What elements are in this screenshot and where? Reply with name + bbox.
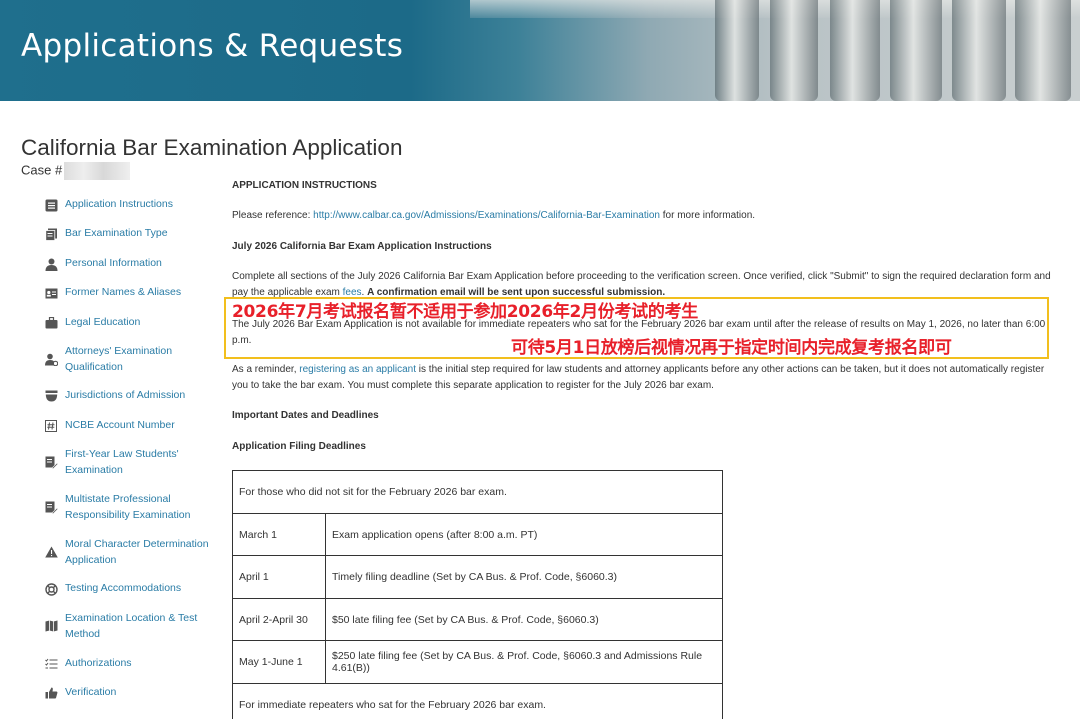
briefcase-icon xyxy=(44,316,58,330)
table-row: For immediate repeaters who sat for the … xyxy=(232,683,723,719)
reference-prefix: Please reference: xyxy=(232,210,314,221)
complete-paragraph: Complete all sections of the July 2026 C… xyxy=(232,269,1054,300)
page-title: California Bar Examination Application xyxy=(21,135,403,160)
banner-columns-image xyxy=(470,0,1080,101)
case-label: Case # xyxy=(21,162,63,178)
calbar-link[interactable]: http://www.calbar.ca.gov/Admissions/Exam… xyxy=(313,210,660,221)
sidebar-item-former-names[interactable]: Former Names & Aliases xyxy=(44,285,214,301)
sidebar-item-label: First-Year Law Students' Examination xyxy=(65,448,179,476)
sidebar-item-legal-education[interactable]: Legal Education xyxy=(44,315,214,331)
thumbs-up-icon xyxy=(44,686,58,700)
sidebar-item-jurisdictions[interactable]: Jurisdictions of Admission xyxy=(44,388,214,404)
reminder-prefix: As a reminder, xyxy=(232,364,300,375)
sidebar-item-label: Former Names & Aliases xyxy=(65,286,182,298)
desc-cell: Exam application opens (after 8:00 a.m. … xyxy=(325,513,723,556)
dates-heading: Important Dates and Deadlines xyxy=(232,410,379,421)
reference-suffix: for more information. xyxy=(660,210,756,221)
sidebar-item-moral-character[interactable]: Moral Character Determination Applicatio… xyxy=(44,537,214,568)
person-icon xyxy=(44,257,58,271)
date-cell: May 1-June 1 xyxy=(232,640,326,684)
sidebar-item-personal-information[interactable]: Personal Information xyxy=(44,256,214,272)
hash-icon xyxy=(44,419,58,433)
sidebar-item-label: Legal Education xyxy=(65,316,141,328)
table-row: April 2-April 30 $50 late filing fee (Se… xyxy=(232,598,723,641)
table-row: April 1 Timely filing deadline (Set by C… xyxy=(232,555,723,599)
sidebar-item-authorizations[interactable]: Authorizations xyxy=(44,656,214,672)
header-banner: Applications & Requests xyxy=(0,0,1080,101)
sidebar-item-first-year-law-students[interactable]: First-Year Law Students' Examination xyxy=(44,447,214,478)
table-row: May 1-June 1 $250 late filing fee (Set b… xyxy=(232,640,723,684)
july-heading: July 2026 California Bar Exam Applicatio… xyxy=(232,241,492,252)
sidebar-item-label: Personal Information xyxy=(65,257,162,269)
register-applicant-link[interactable]: registering as an applicant xyxy=(299,364,416,375)
group-header-cell: For immediate repeaters who sat for the … xyxy=(232,683,723,719)
sidebar-item-label: Authorizations xyxy=(65,657,132,669)
header-title: Applications & Requests xyxy=(21,28,404,64)
sidebar-item-label: Application Instructions xyxy=(65,198,173,210)
sidebar-item-label: NCBE Account Number xyxy=(65,419,175,431)
overlay-note-line-1: 2026年7月考试报名暂不适用于参加2026年2月份考试的考生 xyxy=(232,302,698,322)
fees-link[interactable]: fees xyxy=(343,287,362,298)
sidebar-item-mpre[interactable]: Multistate Professional Responsibility E… xyxy=(44,492,214,523)
case-number: Case # xyxy=(21,162,131,180)
map-icon xyxy=(44,619,58,633)
table-row: March 1 Exam application opens (after 8:… xyxy=(232,513,723,556)
group-header-cell: For those who did not sit for the Februa… xyxy=(232,470,723,514)
sidebar-item-attorneys-examination[interactable]: Attorneys' Examination Qualification xyxy=(44,344,214,375)
sidebar-item-application-instructions[interactable]: Application Instructions xyxy=(44,197,214,213)
sidebar-item-verification[interactable]: Verification xyxy=(44,685,214,701)
documents-icon xyxy=(44,227,58,241)
sidebar-item-label: Attorneys' Examination Qualification xyxy=(65,345,173,373)
date-cell: April 1 xyxy=(232,555,326,599)
reminder-paragraph: As a reminder, registering as an applica… xyxy=(232,362,1054,393)
sidebar-item-label: Jurisdictions of Admission xyxy=(65,389,186,401)
sidebar-item-label: Multistate Professional Responsibility E… xyxy=(65,493,191,521)
id-card-icon xyxy=(44,286,58,300)
sidebar-item-label: Bar Examination Type xyxy=(65,227,168,239)
table-row: For those who did not sit for the Februa… xyxy=(232,470,723,514)
desc-cell: Timely filing deadline (Set by CA Bus. &… xyxy=(325,555,723,599)
deadlines-table: For those who did not sit for the Februa… xyxy=(232,470,723,719)
sidebar-item-label: Testing Accommodations xyxy=(65,582,182,594)
checklist-icon xyxy=(44,657,58,671)
sidebar-item-examination-location[interactable]: Examination Location & Test Method xyxy=(44,611,214,642)
sidebar-item-ncbe-account[interactable]: NCBE Account Number xyxy=(44,418,214,434)
date-cell: March 1 xyxy=(232,513,326,556)
sidebar-item-label: Examination Location & Test Method xyxy=(65,612,198,640)
section-heading: APPLICATION INSTRUCTIONS xyxy=(232,180,377,191)
warning-icon xyxy=(44,545,58,559)
bowl-icon xyxy=(44,389,58,403)
desc-cell: $250 late filing fee (Set by CA Bus. & P… xyxy=(325,640,723,684)
date-cell: April 2-April 30 xyxy=(232,598,326,641)
sidebar-item-label: Moral Character Determination Applicatio… xyxy=(65,538,209,566)
edit-doc-icon xyxy=(44,455,58,469)
overlay-note-line-2: 可待5月1日放榜后视情况再于指定时间内完成复考报名即可 xyxy=(511,338,952,358)
desc-cell: $50 late filing fee (Set by CA Bus. & Pr… xyxy=(325,598,723,641)
edit-doc-icon xyxy=(44,500,58,514)
reference-paragraph: Please reference: http://www.calbar.ca.g… xyxy=(232,208,1054,224)
confirmation-email-note: A confirmation email will be sent upon s… xyxy=(367,286,666,298)
user-gear-icon xyxy=(44,352,58,366)
sidebar-item-bar-examination-type[interactable]: Bar Examination Type xyxy=(44,226,214,242)
sidebar-item-testing-accommodations[interactable]: Testing Accommodations xyxy=(44,581,214,597)
filing-heading: Application Filing Deadlines xyxy=(232,441,366,452)
list-icon xyxy=(44,198,58,212)
sidebar-item-label: Verification xyxy=(65,686,117,698)
case-number-redacted xyxy=(64,162,131,180)
lifebuoy-icon xyxy=(44,582,58,596)
